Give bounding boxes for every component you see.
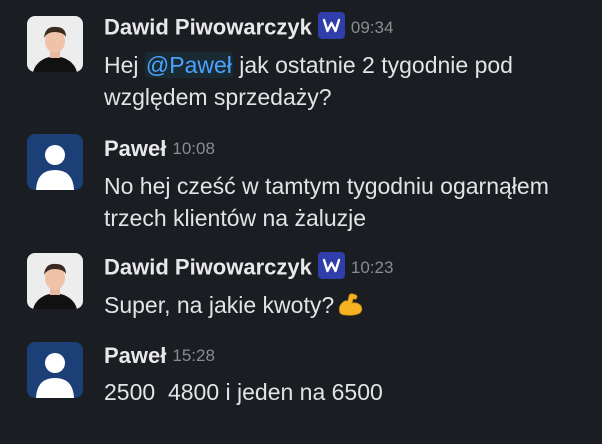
user-avatar-dawid[interactable] — [27, 16, 83, 72]
message-header: Paweł 15:28 — [104, 343, 215, 369]
default-avatar-icon[interactable] — [27, 134, 83, 190]
message-text: Super, na jakie kwoty? — [104, 289, 594, 325]
default-avatar-icon[interactable] — [27, 342, 83, 398]
flexed-biceps-icon — [336, 291, 364, 325]
message-text: No hej cześć w tamtym tygodniu ogarnąłem… — [104, 173, 549, 231]
author-name[interactable]: Paweł — [104, 136, 166, 161]
message-header: Paweł 10:08 — [104, 136, 215, 162]
author-name[interactable]: Paweł — [104, 343, 166, 368]
user-avatar-dawid[interactable] — [27, 253, 83, 309]
author-name[interactable]: Dawid Piwowarczyk — [104, 255, 312, 280]
user-mention[interactable]: @Paweł — [144, 52, 233, 78]
author-name[interactable]: Dawid Piwowarczyk — [104, 15, 312, 40]
timestamp[interactable]: 10:23 — [351, 258, 394, 277]
message-text: Hej @Paweł jak ostatnie 2 tygodnie pod w… — [104, 52, 513, 110]
workspace-badge-icon — [317, 12, 345, 39]
message-header: Dawid Piwowarczyk 09:34 — [104, 12, 394, 41]
message-header: Dawid Piwowarczyk 10:23 — [104, 252, 394, 281]
message-text: 2500 4800 i jeden na 6500 — [104, 379, 383, 405]
timestamp[interactable]: 15:28 — [172, 346, 215, 365]
timestamp[interactable]: 09:34 — [351, 18, 394, 37]
workspace-badge-icon — [317, 252, 345, 279]
timestamp[interactable]: 10:08 — [172, 139, 215, 158]
